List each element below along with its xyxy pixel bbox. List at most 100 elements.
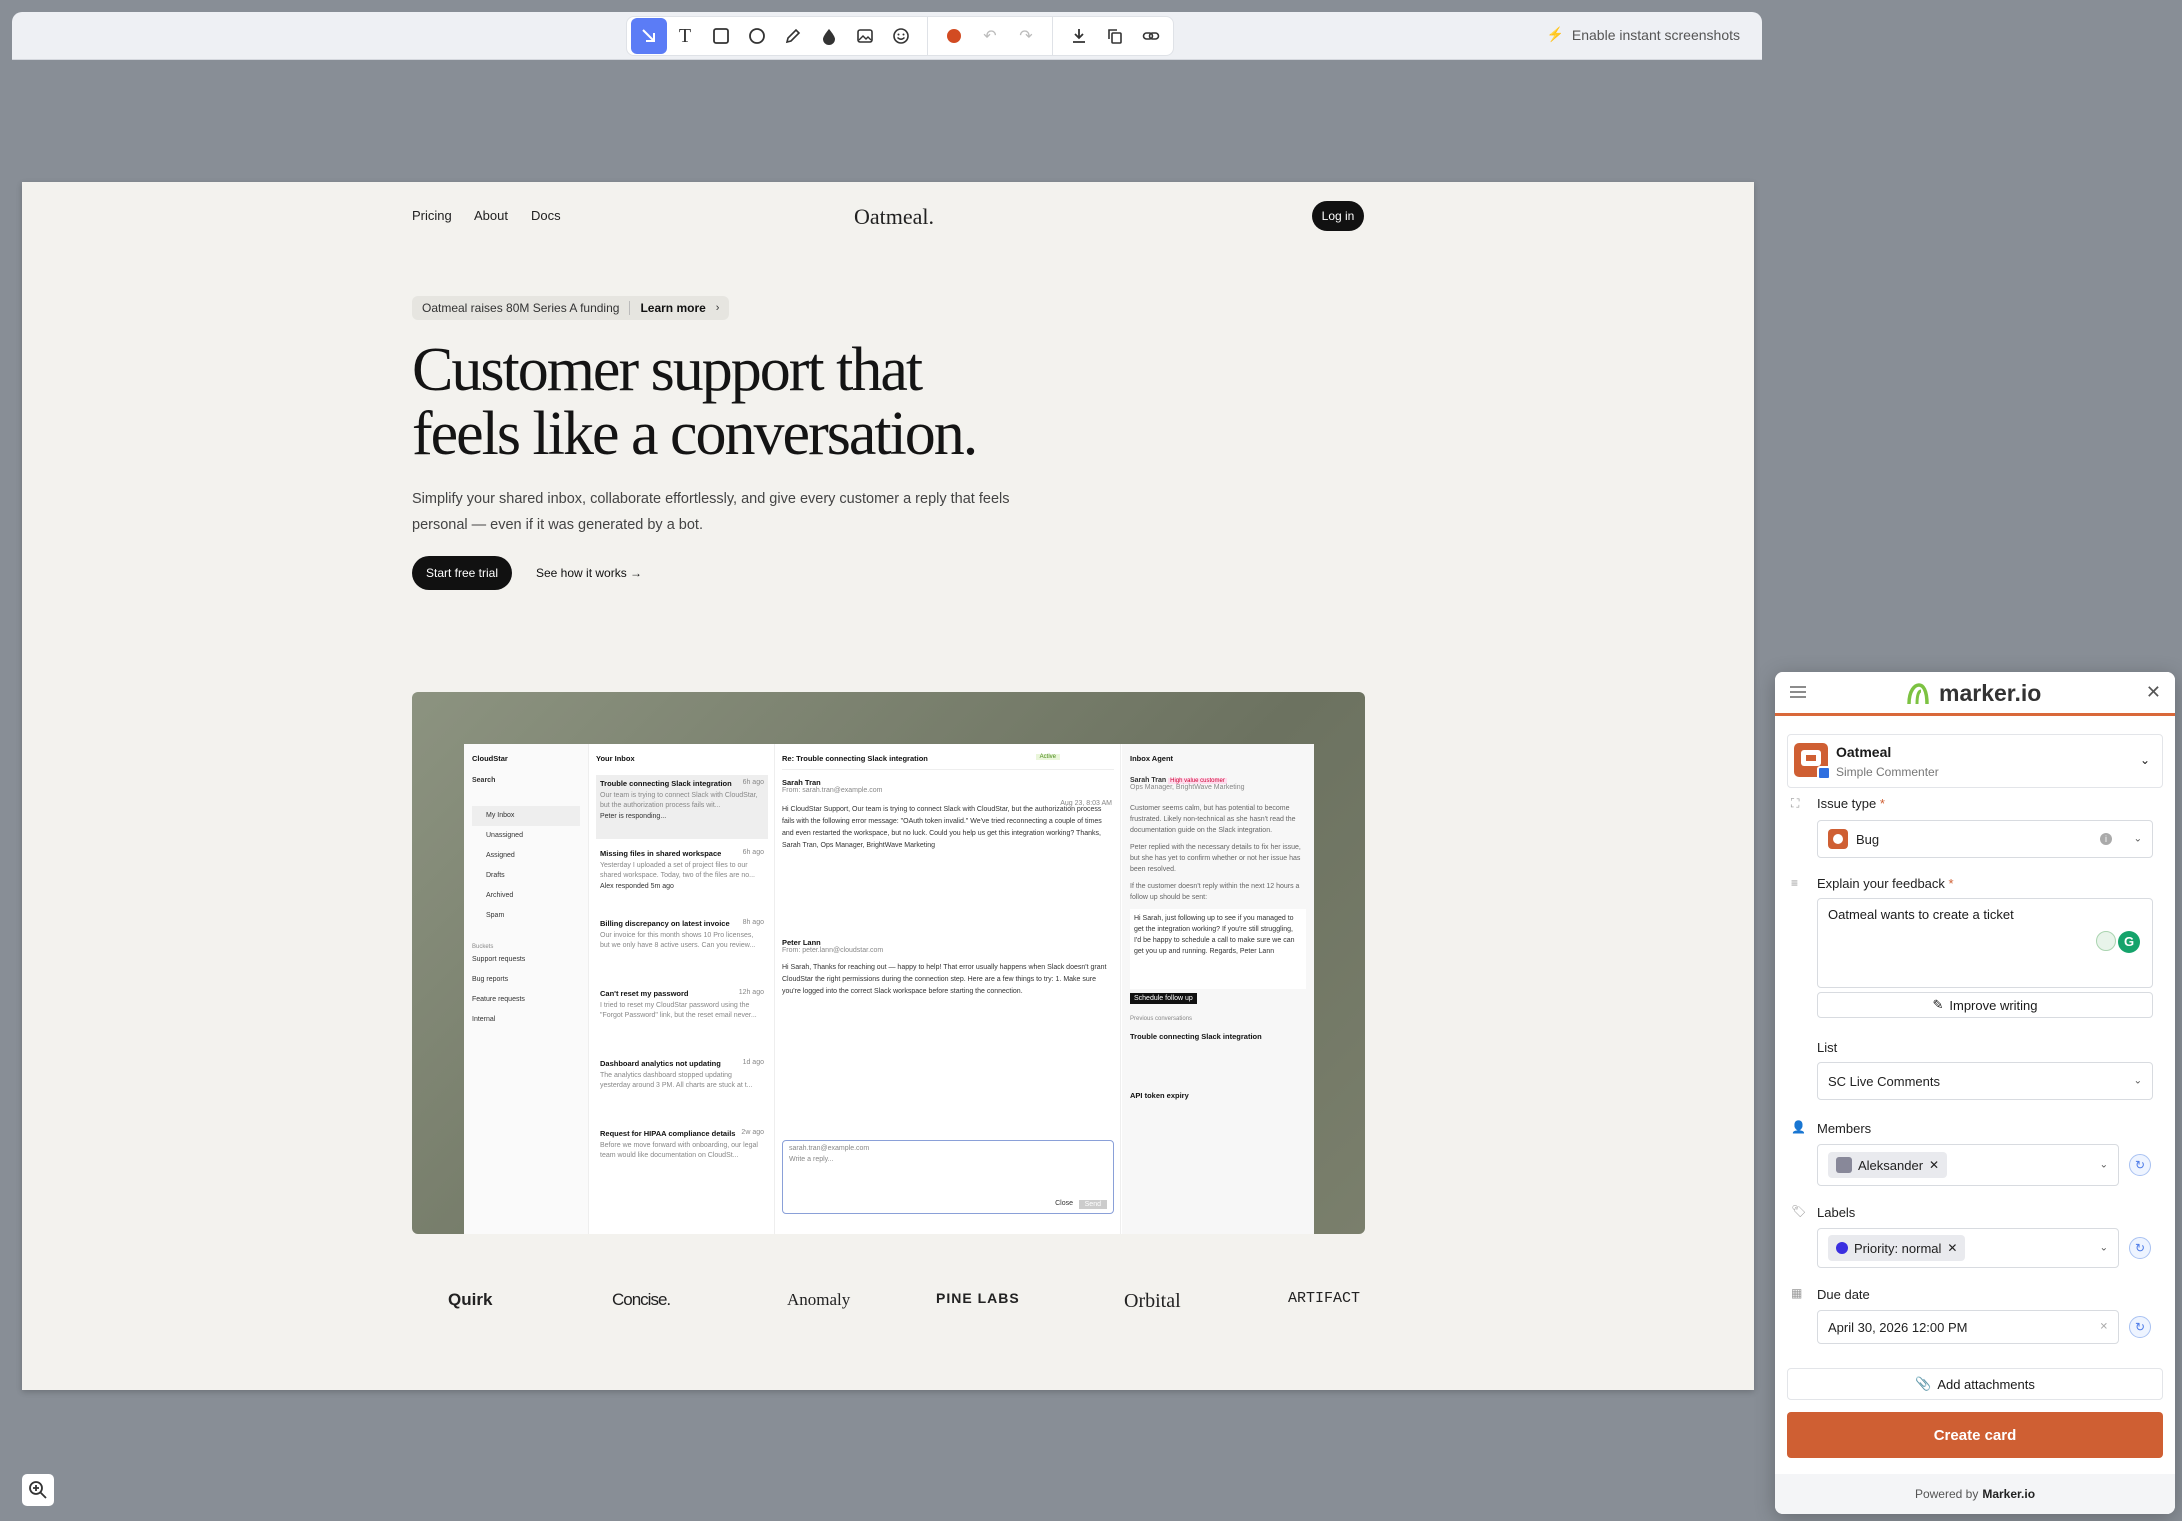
arrow-tool-icon[interactable] xyxy=(631,18,667,54)
color-picker-icon[interactable] xyxy=(936,18,972,54)
undo-icon[interactable]: ↶ xyxy=(972,18,1008,54)
message-email: From: peter.lann@cloudstar.com xyxy=(782,947,884,954)
learn-more-link[interactable]: Learn more xyxy=(640,301,705,315)
nav-spam: Spam xyxy=(486,912,505,919)
grammarly-icon[interactable]: G xyxy=(2118,931,2140,953)
redo-icon[interactable]: ↷ xyxy=(1008,18,1044,54)
improve-writing-button[interactable]: ✎ Improve writing xyxy=(1817,992,2153,1018)
emoji-tool-icon[interactable] xyxy=(883,18,919,54)
project-avatar xyxy=(1794,743,1831,780)
ellipse-tool-icon[interactable] xyxy=(739,18,775,54)
thread-time: 12h ago xyxy=(738,989,764,996)
avatar xyxy=(1836,1157,1852,1173)
blur-tool-icon[interactable] xyxy=(811,18,847,54)
project-selector[interactable]: Oatmeal Simple Commenter ⌄ xyxy=(1787,734,2163,788)
refresh-icon[interactable]: ↻ xyxy=(2129,1237,2151,1259)
thread-item[interactable]: Can't reset my password 12h ago I tried to… xyxy=(596,985,768,1049)
brand-logo: Concise. xyxy=(612,1290,671,1309)
link-icon[interactable] xyxy=(1133,18,1169,54)
lightning-icon: ⚡ xyxy=(1546,26,1564,42)
rectangle-tool-icon[interactable] xyxy=(703,18,739,54)
marker-feedback-widget: marker.io ✕ Oatmeal Simple Commenter ⌄ ⛶… xyxy=(1775,672,2175,1514)
thread-time: 6h ago xyxy=(742,779,764,786)
feedback-textarea[interactable]: Oatmeal wants to create a ticket G xyxy=(1817,898,2153,988)
reply-input[interactable]: Write a reply... xyxy=(789,1156,1107,1163)
zoom-in-icon[interactable] xyxy=(22,1474,54,1506)
download-icon[interactable] xyxy=(1061,18,1097,54)
bucket-item: Bug reports xyxy=(472,976,509,983)
customer-logos: Quirk Concise. Anomaly PINE LABS Orbital… xyxy=(412,1286,1365,1316)
thread-title: Billing discrepancy on latest invoice xyxy=(600,919,730,928)
close-button[interactable]: Close xyxy=(1055,1200,1073,1207)
brand-logo: Quirk xyxy=(448,1290,493,1309)
login-button[interactable]: Log in xyxy=(1312,201,1364,231)
nav-archived: Archived xyxy=(486,892,514,899)
annotation-tools: T ↶ ↷ xyxy=(626,16,1174,56)
crop-icon: ⛶ xyxy=(1791,796,1800,810)
thread-item[interactable]: Trouble connecting Slack integration 6h a… xyxy=(596,775,768,839)
add-attachments-button[interactable]: 📎 Add attachments xyxy=(1787,1368,2163,1400)
thread-preview: The analytics dashboard stopped updating… xyxy=(600,1072,753,1089)
announcement-badge[interactable]: Oatmeal raises 80M Series A funding Lear… xyxy=(412,296,730,320)
start-trial-button[interactable]: Start free trial xyxy=(412,556,512,590)
thread-item[interactable]: Missing files in shared workspace 6h ago Y… xyxy=(596,845,768,909)
chevron-down-icon: ⌄ xyxy=(2139,753,2150,767)
previous-conversation: API token expiry xyxy=(1130,1091,1189,1100)
labels-select[interactable]: Priority: normal ✕ ⌄ xyxy=(1817,1228,2119,1268)
powered-by-text: Powered by xyxy=(1914,1487,1979,1501)
issue-type-label: Issue type * xyxy=(1817,796,1885,811)
remove-icon[interactable]: ✕ xyxy=(1929,1158,1939,1172)
app-search: Search xyxy=(472,777,496,784)
close-icon[interactable]: ✕ xyxy=(2146,682,2161,703)
due-date-label: Due date xyxy=(1817,1287,1870,1302)
brand-logo: ARTIFACT xyxy=(1288,1290,1361,1307)
remove-icon[interactable]: ✕ xyxy=(1947,1241,1957,1255)
send-button[interactable]: Send xyxy=(1078,1200,1107,1209)
thread-item[interactable]: Billing discrepancy on latest invoice 8h … xyxy=(596,915,768,979)
refresh-icon[interactable]: ↻ xyxy=(2129,1316,2151,1338)
agent-customer: Sarah Tran xyxy=(1130,777,1167,784)
label-color-dot xyxy=(1836,1242,1848,1254)
powered-by-link[interactable]: Marker.io xyxy=(1982,1487,2035,1501)
reply-box[interactable]: sarah.tran@example.com Write a reply... … xyxy=(782,1140,1114,1214)
chevron-down-icon: ⌄ xyxy=(2099,1242,2108,1254)
nav-assigned: Assigned xyxy=(486,852,515,859)
copy-icon[interactable] xyxy=(1097,18,1133,54)
refresh-icon[interactable]: ↻ xyxy=(2129,1154,2151,1176)
thread-status: Alex responded 5m ago xyxy=(600,883,674,890)
list-select[interactable]: SC Live Comments ⌄ xyxy=(1817,1062,2153,1100)
inbox-title: Your Inbox xyxy=(596,754,635,763)
clear-icon[interactable]: ✕ xyxy=(2100,1322,2108,1333)
hero-headline: Customer support that feels like a conve… xyxy=(412,338,1052,466)
thread-title: Request for HIPAA compliance details xyxy=(600,1129,736,1138)
enable-instant-screenshots[interactable]: ⚡ Enable instant screenshots xyxy=(1546,26,1740,43)
site-logo[interactable]: Oatmeal. xyxy=(854,204,934,230)
due-date-input[interactable]: April 30, 2026 12:00 PM ✕ xyxy=(1817,1310,2119,1344)
see-how-link[interactable]: See how it works → xyxy=(536,556,642,590)
brand-logo: PINE LABS xyxy=(936,1290,1020,1306)
image-tool-icon[interactable] xyxy=(847,18,883,54)
info-icon[interactable]: i xyxy=(2100,833,2112,845)
nav-docs[interactable]: Docs xyxy=(531,208,561,223)
members-select[interactable]: Aleksander ✕ ⌄ xyxy=(1817,1144,2119,1186)
thread-item[interactable]: Request for HIPAA compliance details 2w a… xyxy=(596,1125,768,1189)
create-card-button[interactable]: Create card xyxy=(1787,1412,2163,1458)
schedule-follow-up-button[interactable]: Schedule follow up xyxy=(1130,993,1197,1004)
powered-by-footer: Powered by Marker.io xyxy=(1775,1474,2175,1514)
nav-pricing[interactable]: Pricing xyxy=(412,208,452,223)
issue-type-select[interactable]: Bug i ⌄ xyxy=(1817,820,2153,858)
pen-tool-icon[interactable] xyxy=(775,18,811,54)
previous-conversation: Trouble connecting Slack integration xyxy=(1130,1032,1262,1041)
thread-item[interactable]: Dashboard analytics not updating 1d ago Th… xyxy=(596,1055,768,1119)
paperclip-icon: 📎 xyxy=(1915,1376,1932,1391)
text-tool-icon[interactable]: T xyxy=(667,18,703,54)
screenshot-toolbar: T ↶ ↷ ⚡ Enable instant screenshots xyxy=(12,12,1762,60)
chevron-down-icon: ⌄ xyxy=(2099,1159,2108,1171)
nav-my-inbox: My Inbox xyxy=(472,806,580,826)
nav-about[interactable]: About xyxy=(474,208,508,223)
assist-icon[interactable] xyxy=(2096,931,2116,951)
thread-title: Missing files in shared workspace xyxy=(600,849,722,858)
menu-icon[interactable] xyxy=(1789,684,1807,705)
feedback-text: Oatmeal wants to create a ticket xyxy=(1828,907,2014,922)
brand-logo: Orbital xyxy=(1124,1290,1181,1312)
